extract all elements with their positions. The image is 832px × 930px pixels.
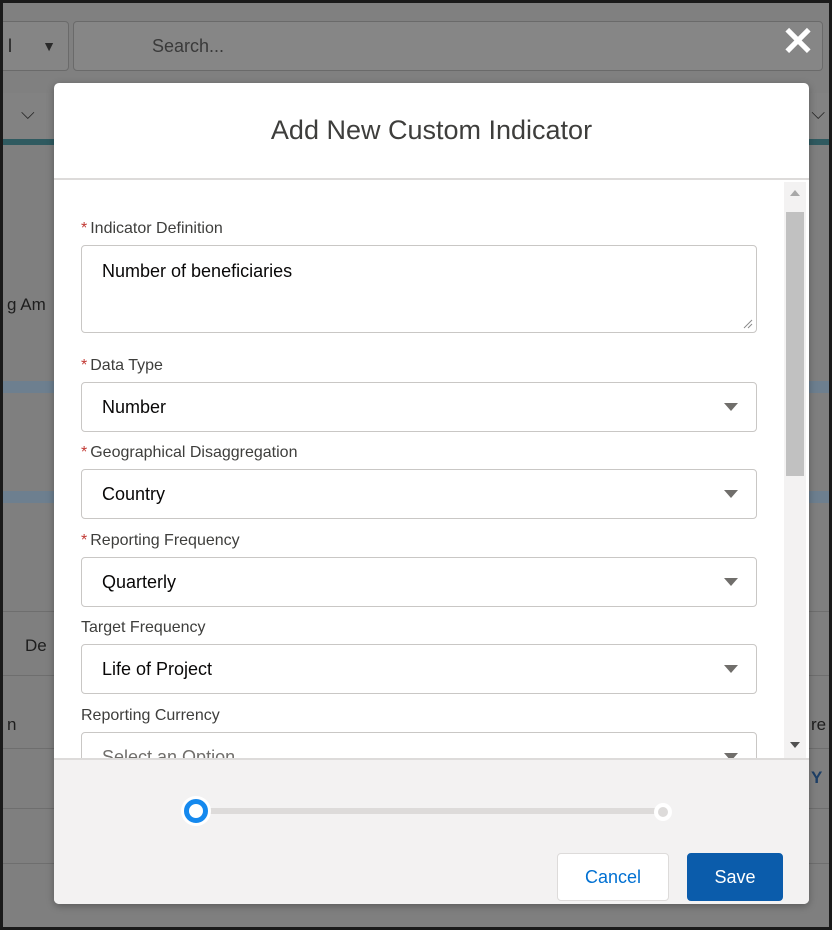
progress-track (199, 808, 665, 814)
required-marker: * (81, 532, 88, 549)
reporting-frequency-label: * Reporting Frequency (81, 532, 757, 550)
reporting-currency-field: Reporting Currency Select an Option (81, 707, 757, 758)
required-marker: * (81, 444, 88, 461)
background-text: g Am (7, 295, 46, 314)
chevron-down-icon: ▼ (42, 38, 56, 54)
indicator-definition-label: * Indicator Definition (81, 220, 757, 238)
data-type-field: * Data Type Number (81, 357, 757, 432)
caret-down-icon (724, 578, 738, 586)
background-search-placeholder: Search... (152, 36, 225, 56)
background-text: n (7, 715, 17, 734)
reporting-frequency-field: * Reporting Frequency Quarterly (81, 532, 757, 607)
geo-disaggregation-value: Country (102, 483, 166, 504)
data-type-label-text: Data Type (90, 357, 163, 374)
data-type-label: * Data Type (81, 357, 757, 375)
modal-scrollbar[interactable] (784, 182, 806, 758)
modal-header: Add New Custom Indicator (54, 83, 809, 180)
background-text: re F (811, 715, 829, 734)
background-text: De (25, 636, 47, 655)
geo-disaggregation-select[interactable]: Country (81, 469, 757, 519)
reporting-currency-select[interactable]: Select an Option (81, 732, 757, 758)
reporting-frequency-value: Quarterly (102, 571, 177, 592)
modal-title: Add New Custom Indicator (270, 115, 593, 145)
background-search-input: Search... (73, 21, 823, 71)
required-marker: * (81, 220, 88, 237)
add-indicator-modal: Add New Custom Indicator * Indicator Defi… (54, 83, 809, 904)
indicator-definition-field: * Indicator Definition Number of benefici… (81, 220, 757, 333)
modal-body: * Indicator Definition Number of benefici… (54, 182, 809, 758)
close-icon[interactable]: ✕ (781, 22, 815, 62)
data-type-select[interactable]: Number (81, 382, 757, 432)
reporting-currency-value: Select an Option (102, 746, 236, 759)
background-filter-select: l ▼ (3, 21, 69, 71)
indicator-definition-textarea[interactable]: Number of beneficiaries (81, 245, 757, 333)
indicator-definition-value: Number of beneficiaries (102, 261, 293, 281)
progress-step-1-active[interactable] (184, 799, 208, 823)
reporting-frequency-select[interactable]: Quarterly (81, 557, 757, 607)
save-button[interactable]: Save (687, 853, 783, 901)
target-frequency-label: Target Frequency (81, 619, 206, 636)
background-filter-value: l (8, 36, 12, 56)
geo-disaggregation-label-text: Geographical Disaggregation (90, 444, 298, 461)
screen-frame: l ▼ Search... ⌵ ⌵ g Am De n re F Y ✕ Add… (0, 0, 832, 930)
caret-down-icon (724, 665, 738, 673)
progress-step-2[interactable] (654, 803, 672, 821)
caret-down-icon (724, 403, 738, 411)
target-frequency-value: Life of Project (102, 658, 213, 679)
scroll-down-icon[interactable] (790, 742, 800, 748)
target-frequency-field: Target Frequency Life of Project (81, 619, 757, 694)
cancel-button[interactable]: Cancel (557, 853, 669, 901)
data-type-value: Number (102, 396, 167, 417)
caret-down-icon (724, 490, 738, 498)
resize-handle-icon[interactable] (743, 319, 753, 329)
chevron-down-icon: ⌵ (811, 103, 825, 123)
reporting-currency-label: Reporting Currency (81, 707, 220, 724)
target-frequency-select[interactable]: Life of Project (81, 644, 757, 694)
scroll-up-icon[interactable] (790, 190, 800, 196)
indicator-definition-label-text: Indicator Definition (90, 220, 223, 237)
reporting-frequency-label-text: Reporting Frequency (90, 532, 240, 549)
required-marker: * (81, 357, 88, 374)
scrollbar-thumb[interactable] (786, 212, 804, 476)
geo-disaggregation-field: * Geographical Disaggregation Country (81, 444, 757, 519)
geo-disaggregation-label: * Geographical Disaggregation (81, 444, 757, 462)
chevron-down-icon: ⌵ (21, 103, 35, 123)
background-link: Y (811, 768, 823, 787)
modal-footer: Cancel Save (54, 758, 809, 904)
